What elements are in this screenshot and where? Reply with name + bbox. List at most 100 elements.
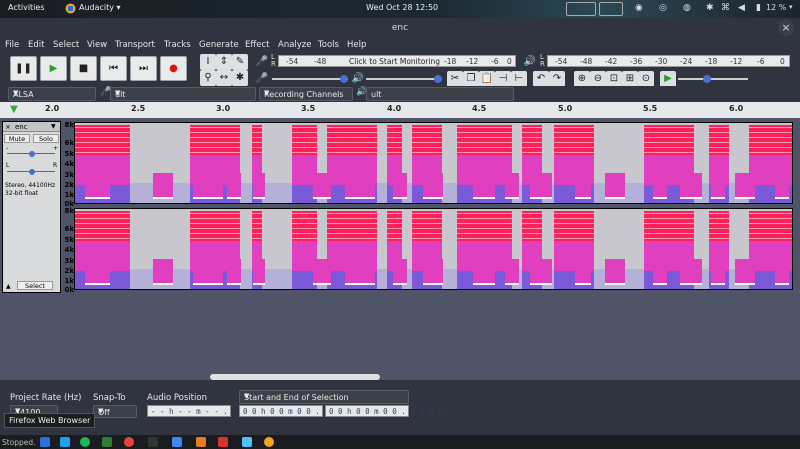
menu-select[interactable]: Select [53,40,79,50]
pan-slider[interactable] [7,166,55,178]
zoom-toggle-icon[interactable]: ⊙ [638,71,654,87]
playback-device-select[interactable]: ult [366,87,514,101]
playback-meter[interactable]: -54 -48 -42 -36 -30 -24 -18 -12 -6 0 [547,55,790,67]
solo-button[interactable]: Solo [33,134,59,143]
snap-to-select[interactable]: Off ▼ [93,405,137,418]
bluetooth-icon[interactable]: ✱ [706,3,714,13]
collapse-track-icon[interactable]: ▲ [6,283,11,290]
app-menu[interactable]: Audacity ▾ [79,3,121,12]
dock-app-icon[interactable] [172,437,182,447]
multi-tool-icon[interactable]: ✱ [232,70,248,86]
pin-playhead-icon[interactable]: ▼ [10,104,18,115]
record-meter[interactable]: -54 -48 Click to Start Monitoring -18 -1… [278,55,516,67]
record-monitor-hint[interactable]: Click to Start Monitoring [349,57,440,66]
spectrogram-right-channel[interactable] [74,208,793,290]
timeline-ruler[interactable]: ▼ 2.0 2.5 3.0 3.5 4.0 4.5 5.0 5.5 6.0 [0,102,800,118]
recording-volume-slider[interactable] [272,73,348,85]
selection-tool-icon[interactable]: I [200,54,216,70]
selection-start-field[interactable]: 0 0 h 0 0 m 0 0 . 0 0 0 s [239,405,356,417]
dock-app-icon[interactable] [102,437,112,447]
play-button[interactable]: ▶ [40,56,67,81]
spectrogram-harmonic-line [252,127,262,128]
menu-tools[interactable]: Tools [318,40,339,50]
dock-chrome-icon[interactable] [124,437,134,447]
dock-app-icon[interactable] [40,437,50,447]
chrome-tray-icon[interactable]: ◍ [683,3,691,13]
undo-icon[interactable]: ↶ [533,71,549,87]
playback-meter-speaker-icon[interactable]: 🔊 [522,54,538,70]
track-select-button[interactable]: Select [17,281,53,290]
dock-app-icon[interactable] [196,437,206,447]
firefox-tray-icon[interactable]: ◉ [635,3,643,13]
spectrogram-harmonic-line [412,228,442,229]
fit-project-icon[interactable]: ⊞ [622,71,638,87]
paste-icon[interactable]: 📋 [479,71,495,87]
menu-generate[interactable]: Generate [199,40,239,50]
skip-to-end-button[interactable]: ⏭ [130,56,157,81]
zoom-out-icon[interactable]: ⊖ [590,71,606,87]
dock-audacity-icon[interactable] [264,437,274,447]
draw-tool-icon[interactable]: ✎ [232,54,248,70]
menu-tracks[interactable]: Tracks [164,40,191,50]
menu-view[interactable]: View [87,40,107,50]
battery-percent: 12 % [766,3,787,12]
track-close-button[interactable]: × [5,123,11,131]
spectrogram-harmonic-line [252,142,262,143]
menu-effect[interactable]: Effect [245,40,269,50]
audio-host-select[interactable]: ALSA ▼ [8,87,96,101]
mute-button[interactable]: Mute [4,134,30,143]
zoom-tool-icon[interactable]: ⚲ [200,70,216,86]
trim-icon[interactable]: ⊣ [495,71,511,87]
dock-spotify-icon[interactable] [80,437,90,447]
menu-file[interactable]: File [5,40,19,50]
activities-button[interactable]: Activities [8,3,45,12]
window-switcher-1[interactable] [566,2,596,16]
track-menu-arrow-icon[interactable]: ▼ [51,123,56,130]
cut-icon[interactable]: ✂ [447,71,463,87]
close-window-button[interactable]: × [778,20,794,36]
volume-icon[interactable]: ◀ [738,3,745,13]
pause-button[interactable]: ❚❚ [10,56,37,81]
playback-volume-slider[interactable] [366,73,442,85]
record-button[interactable]: ● [160,56,187,81]
spectrogram-left-channel[interactable] [74,122,793,204]
dock-app-icon[interactable] [218,437,228,447]
system-menu-arrow-icon[interactable]: ▾ [789,3,793,11]
copy-icon[interactable]: ❐ [463,71,479,87]
spectrogram-harmonic-line [387,137,402,138]
dock-terminal-icon[interactable] [148,437,158,447]
stop-button[interactable]: ■ [70,56,97,81]
play-at-speed-icon[interactable]: ▶ [660,71,676,87]
selection-mode-select[interactable]: Start and End of Selection ▼ [239,390,409,404]
battery-icon[interactable]: ▮ [756,3,761,13]
skip-to-start-button[interactable]: ⏮ [100,56,127,81]
track-area[interactable]: × enc ▼ Mute Solo - + L R Stereo, 44100H… [0,118,800,380]
dock-app-icon[interactable] [60,437,70,447]
selection-end-field[interactable]: 0 0 h 0 0 m 0 0 . 0 0 0 s [325,405,442,417]
silence-icon[interactable]: ⊢ [511,71,527,87]
recording-device-select[interactable]: ult ▼ [110,87,256,101]
network-icon[interactable]: ⌘ [721,3,730,13]
recording-channels-select[interactable]: Recording Channels ▼ [259,87,353,101]
gain-slider[interactable] [7,148,55,160]
window-switcher-2[interactable] [599,2,623,16]
menu-transport[interactable]: Transport [115,40,155,50]
audio-position-field[interactable]: - - h - - m - - . - - - s [147,405,264,417]
menu-analyze[interactable]: Analyze [278,40,312,50]
time-shift-tool-icon[interactable]: ↔ [216,70,232,86]
track-control-panel[interactable]: × enc ▼ Mute Solo - + L R Stereo, 44100H… [2,121,61,293]
play-at-speed-slider[interactable] [678,73,748,85]
ruler-tick-4.0: 4.0 [387,104,402,113]
track-name[interactable]: enc [15,123,28,131]
dock-app-icon[interactable] [242,437,252,447]
record-meter-mic-icon[interactable]: 🎤 [254,54,270,70]
envelope-tool-icon[interactable]: ⇕ [216,54,232,70]
clock[interactable]: Wed Oct 28 12:50 [366,3,438,12]
fit-selection-icon[interactable]: ⊡ [606,71,622,87]
spectrogram-harmonic-line [412,233,442,234]
discord-tray-icon[interactable]: ◎ [659,3,667,13]
zoom-in-icon[interactable]: ⊕ [574,71,590,87]
menu-edit[interactable]: Edit [28,40,44,50]
menu-help[interactable]: Help [347,40,366,50]
redo-icon[interactable]: ↷ [549,71,565,87]
